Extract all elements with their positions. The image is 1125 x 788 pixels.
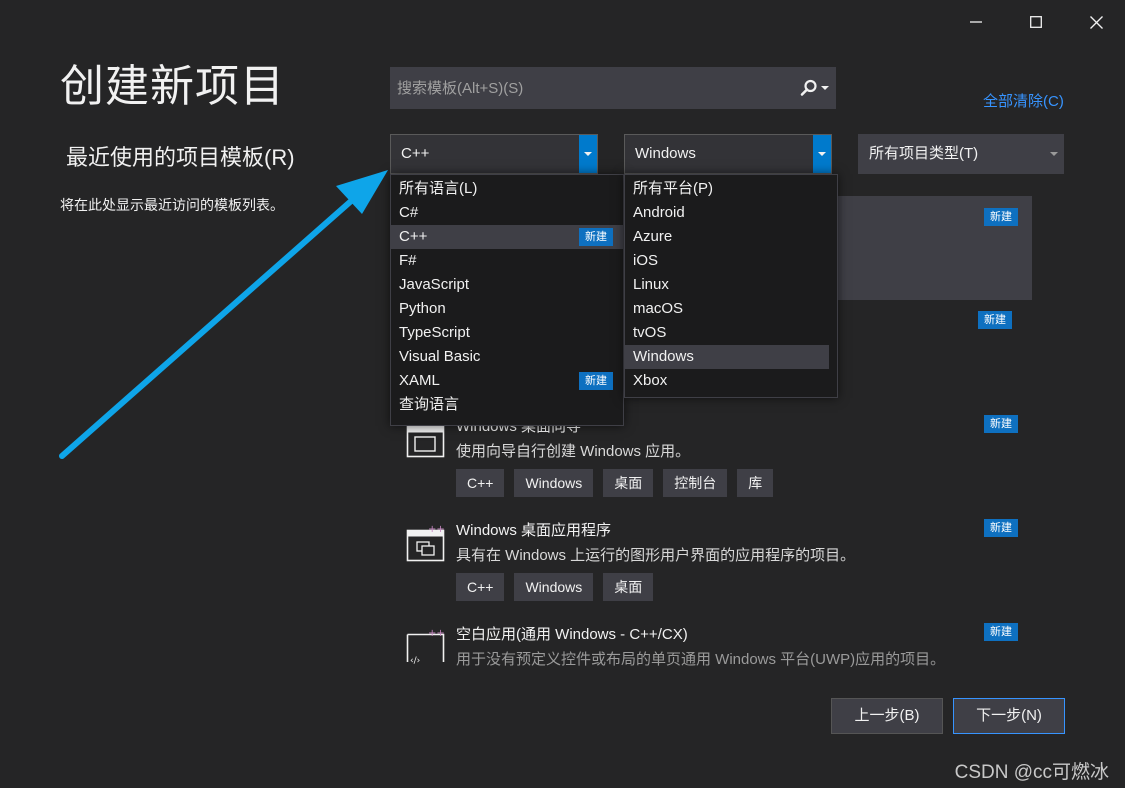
watermark: CSDN @cc可燃冰 [954, 762, 1109, 783]
annotation-arrow [59, 170, 388, 459]
next-button[interactable]: 下一步(N) [953, 698, 1065, 734]
back-button[interactable]: 上一步(B) [831, 698, 943, 734]
